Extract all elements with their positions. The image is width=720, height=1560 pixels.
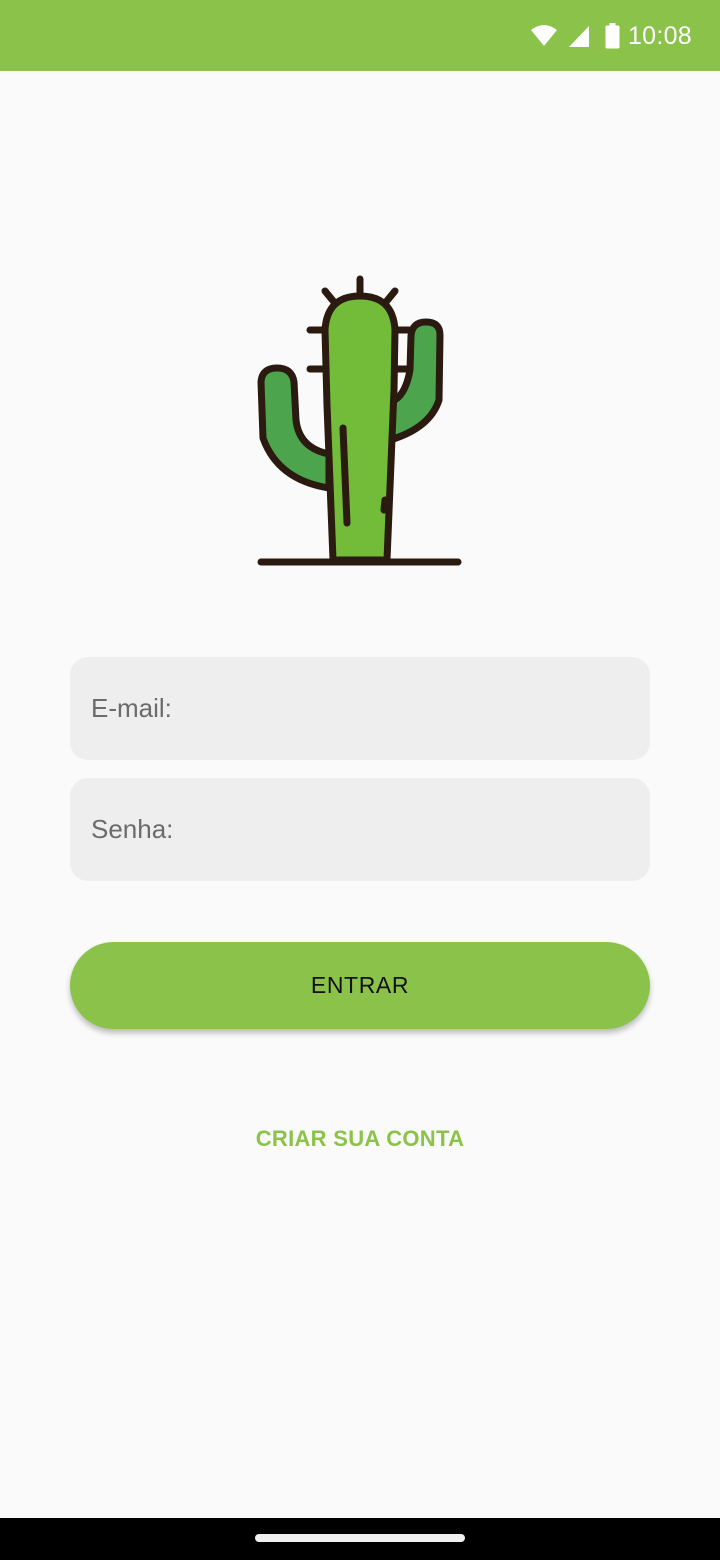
password-field[interactable]: [70, 778, 650, 881]
home-gesture-handle[interactable]: [255, 1534, 465, 1542]
cactus-icon: [257, 275, 462, 566]
wifi-icon: [530, 24, 558, 48]
login-button[interactable]: ENTRAR: [70, 942, 650, 1029]
clock: 10:08: [627, 21, 692, 50]
cactus-logo: [250, 270, 470, 575]
email-input[interactable]: [91, 693, 650, 724]
cellular-signal-icon: [568, 24, 590, 48]
create-account-link[interactable]: CRIAR SUA CONTA: [0, 1126, 720, 1152]
battery-icon: [605, 23, 620, 49]
status-bar: 10:08: [0, 0, 720, 71]
password-input[interactable]: [91, 814, 650, 845]
email-field[interactable]: [70, 657, 650, 760]
status-icons: 10:08: [530, 18, 692, 54]
navigation-bar: [0, 1518, 720, 1560]
